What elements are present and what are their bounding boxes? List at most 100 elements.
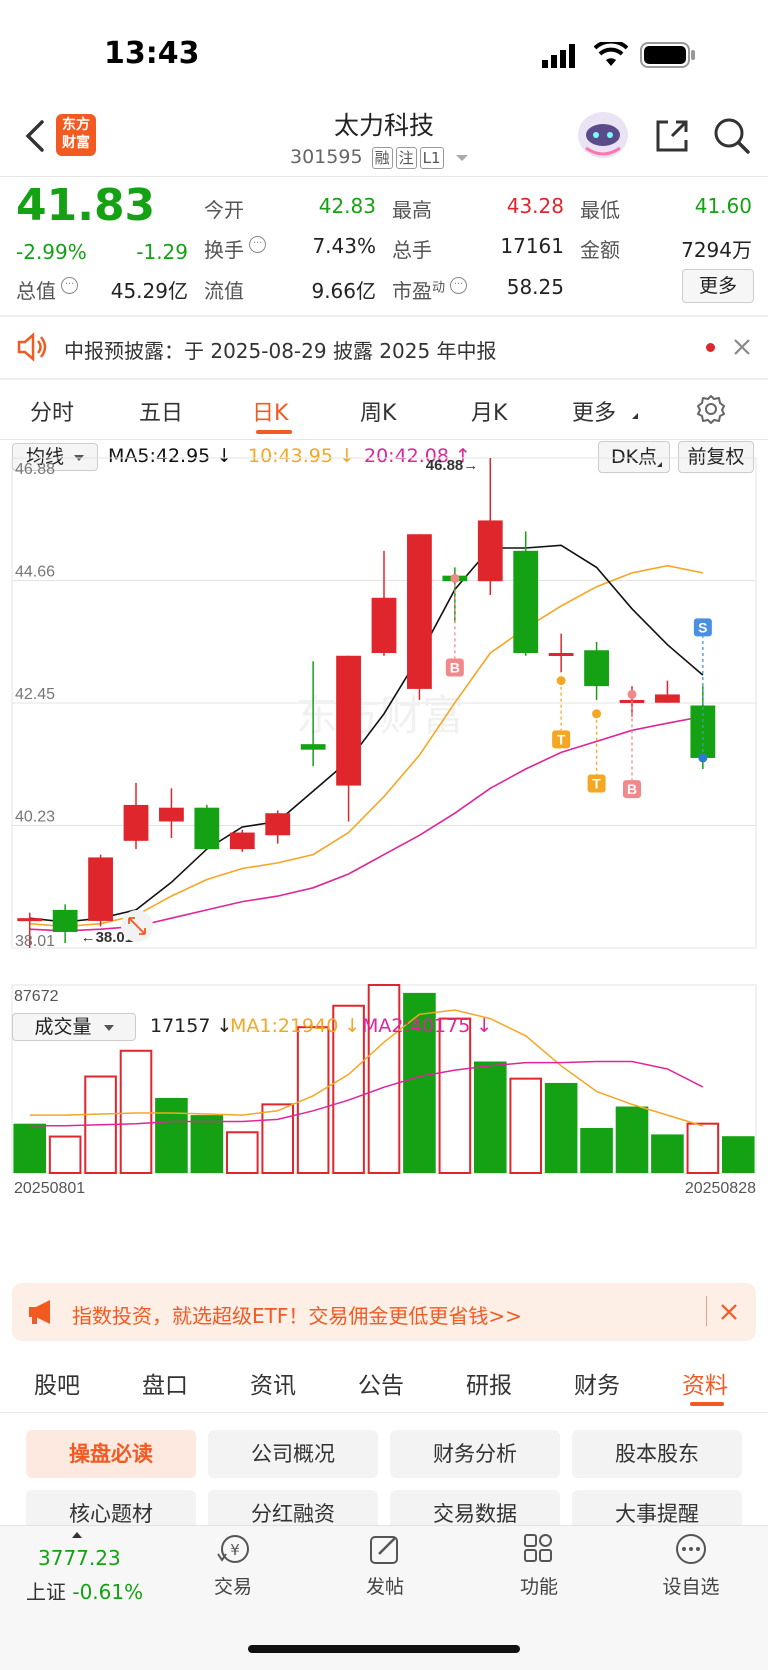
share-icon[interactable] bbox=[652, 116, 692, 160]
signal-dot bbox=[450, 573, 460, 583]
turnover-value: 7.43% bbox=[312, 234, 376, 258]
tag-registered: 注 bbox=[395, 147, 417, 169]
candle bbox=[265, 810, 291, 844]
must-read-button[interactable]: 操盘必读 bbox=[26, 1430, 196, 1478]
nav-post-label: 发帖 bbox=[365, 1576, 404, 1598]
candle bbox=[371, 550, 397, 656]
tab-daily-k[interactable]: 日K bbox=[252, 395, 288, 427]
close-icon[interactable] bbox=[719, 1302, 739, 1326]
company-overview-button[interactable]: 公司概况 bbox=[208, 1430, 378, 1478]
change-percent: -2.99% bbox=[16, 240, 87, 264]
shareholders-button[interactable]: 股本股东 bbox=[572, 1430, 742, 1478]
nav-add-watchlist-label: 设自选 bbox=[662, 1576, 720, 1598]
signal-label: B bbox=[450, 660, 460, 676]
stock-code-row[interactable]: 301595 融注 L1 bbox=[290, 146, 468, 169]
volume-bar bbox=[155, 1097, 188, 1173]
signal-dot bbox=[698, 753, 708, 763]
info-icon[interactable]: ··· bbox=[450, 277, 468, 294]
volume-bar bbox=[651, 1134, 684, 1173]
tab-news[interactable]: 资讯 bbox=[250, 1366, 296, 1400]
tab-order-book[interactable]: 盘口 bbox=[142, 1366, 188, 1400]
nav-trade[interactable]: ¥ 交易 bbox=[188, 1532, 278, 1599]
float-cap-value: 9.66亿 bbox=[311, 279, 376, 303]
volume-bar bbox=[225, 1131, 259, 1174]
edit-icon bbox=[340, 1532, 430, 1572]
tab-five-day[interactable]: 五日 bbox=[139, 395, 183, 427]
ad-text[interactable]: 指数投资，就选超级ETF！交易佣金更低更省钱>> bbox=[72, 1300, 522, 1329]
volume-axis-label: 87672 bbox=[14, 988, 59, 1005]
tab-profile[interactable]: 资料 bbox=[682, 1366, 728, 1400]
nav-add-watchlist[interactable]: 设自选 bbox=[646, 1532, 736, 1599]
tab-weekly-k[interactable]: 周K bbox=[360, 395, 396, 427]
signal-dot bbox=[627, 689, 637, 699]
volume-bar bbox=[438, 1017, 472, 1174]
signal-dot bbox=[592, 709, 602, 719]
signal-icon bbox=[540, 44, 580, 72]
megaphone-icon bbox=[26, 1298, 58, 1330]
search-icon[interactable] bbox=[712, 116, 752, 160]
tab-monthly-k[interactable]: 月K bbox=[471, 395, 507, 427]
tab-research[interactable]: 研报 bbox=[466, 1366, 512, 1400]
notice-divider bbox=[0, 378, 768, 380]
notice-text[interactable]: 中报预披露：于 2025-08-29 披露 2025 年中报 bbox=[64, 335, 497, 364]
volume-bar bbox=[190, 1115, 224, 1173]
amount-value: 7294万 bbox=[681, 238, 752, 262]
candle bbox=[229, 829, 255, 852]
volume-bar bbox=[721, 1136, 755, 1173]
volume-bar bbox=[367, 984, 401, 1174]
volume-ma2: MA2:40175 ↓ bbox=[362, 1015, 492, 1037]
close-icon[interactable] bbox=[732, 337, 752, 361]
nav-functions[interactable]: 功能 bbox=[494, 1532, 584, 1599]
chevron-down-icon bbox=[455, 154, 468, 161]
info-icon[interactable]: ··· bbox=[61, 277, 79, 294]
candle-body bbox=[584, 650, 609, 687]
price-axis-label: 46.88 bbox=[15, 461, 55, 478]
ma10-line bbox=[29, 564, 704, 928]
candle-body bbox=[300, 744, 326, 750]
float-cap-label: 流值 bbox=[204, 279, 244, 303]
kline-chart[interactable]: 东方财富 B T T B S 46.88 44.66 42.45 40.23 38.01 46.8… bbox=[0, 440, 768, 1270]
tab-announcements[interactable]: 公告 bbox=[358, 1366, 404, 1400]
candle-body bbox=[229, 832, 255, 850]
tab-stock-forum[interactable]: 股吧 bbox=[34, 1366, 80, 1400]
candle-body bbox=[17, 918, 43, 922]
candle bbox=[336, 655, 361, 822]
volume-ma2-text: MA2:40175 bbox=[362, 1015, 471, 1037]
nav-post[interactable]: 发帖 bbox=[340, 1532, 430, 1599]
moving-average-lines bbox=[29, 544, 704, 932]
info-icon[interactable]: ··· bbox=[249, 236, 267, 253]
more-quote-button[interactable]: 更多 bbox=[682, 269, 754, 303]
volume-bar bbox=[686, 1122, 720, 1175]
open-label: 今开 bbox=[204, 198, 244, 222]
nav-functions-label: 功能 bbox=[519, 1576, 558, 1598]
nav-trade-label: 交易 bbox=[213, 1576, 252, 1598]
tab-more[interactable]: 更多 bbox=[572, 395, 616, 427]
candle-body bbox=[194, 807, 220, 850]
tab-finance[interactable]: 财务 bbox=[574, 1366, 620, 1400]
notice-dot bbox=[706, 343, 715, 352]
settings-gear-icon[interactable] bbox=[696, 394, 726, 428]
last-price: 41.83 bbox=[16, 180, 156, 231]
turnover-label-group: 换手 ··· bbox=[204, 234, 267, 263]
candle-body bbox=[88, 857, 113, 921]
candle-body bbox=[265, 813, 291, 836]
robot-assistant-icon[interactable] bbox=[576, 110, 630, 164]
tab-intraday[interactable]: 分时 bbox=[30, 395, 74, 427]
index-name: 上证 bbox=[26, 1580, 66, 1604]
candle-body bbox=[336, 655, 361, 786]
financial-analysis-button[interactable]: 财务分析 bbox=[390, 1430, 560, 1478]
volume-bar bbox=[261, 1103, 295, 1175]
candle-body bbox=[548, 653, 574, 657]
high-annotation: 46.88→ bbox=[426, 457, 479, 474]
speaker-icon bbox=[16, 332, 48, 366]
arrow-down-icon: ↓ bbox=[476, 1015, 493, 1037]
index-caret bbox=[72, 1532, 82, 1538]
tab-more-caret bbox=[632, 413, 638, 419]
header-divider bbox=[0, 176, 768, 177]
candle bbox=[407, 534, 432, 700]
pe-value: 58.25 bbox=[506, 275, 564, 299]
index-row[interactable]: 上证 -0.61% bbox=[26, 1576, 143, 1605]
index-value[interactable]: 3777.23 bbox=[38, 1546, 121, 1570]
volume-select[interactable]: 成交量 bbox=[12, 1013, 136, 1041]
high-value: 43.28 bbox=[506, 194, 564, 218]
